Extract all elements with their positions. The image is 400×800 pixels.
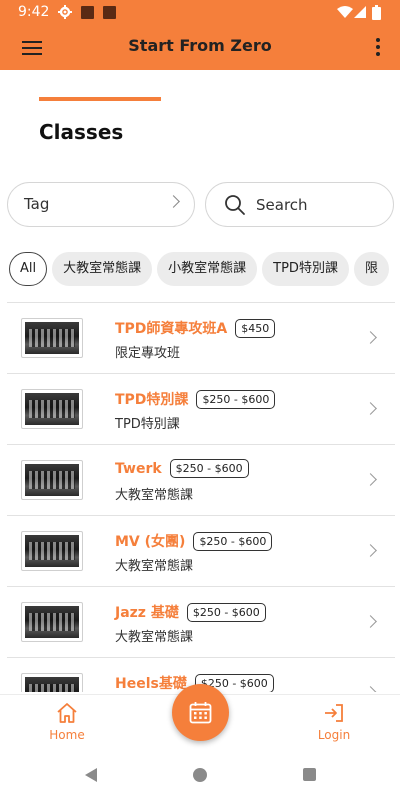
signal-icon bbox=[354, 6, 366, 18]
tab-indicator bbox=[39, 97, 161, 101]
class-category: 限定專攻班 bbox=[115, 346, 181, 361]
class-name: MV (女團) $250 - $600 bbox=[115, 531, 273, 552]
chip-all[interactable]: All bbox=[9, 252, 48, 286]
class-thumbnail bbox=[21, 318, 83, 358]
nav-login[interactable]: Login bbox=[304, 701, 364, 742]
class-category: 大教室常態課 bbox=[115, 630, 194, 645]
chevron-right-icon bbox=[364, 686, 377, 692]
list-item[interactable]: TPD師資專攻班A $450 限定專攻班 bbox=[7, 303, 395, 374]
class-category: TPD特別課 bbox=[115, 417, 180, 432]
chip-tpd-special[interactable]: TPD特別課 bbox=[262, 252, 349, 286]
notification-icon bbox=[81, 6, 94, 19]
search-placeholder: Search bbox=[256, 196, 308, 214]
app-title: Start From Zero bbox=[128, 36, 272, 55]
chevron-right-icon bbox=[364, 544, 377, 557]
list-item[interactable]: TPD特別課 $250 - $600 TPD特別課 bbox=[7, 374, 395, 445]
class-thumbnail bbox=[21, 602, 83, 642]
chip-limited[interactable]: 限 bbox=[353, 252, 389, 286]
tag-select[interactable]: Tag bbox=[7, 182, 195, 227]
price-badge: $250 - $600 bbox=[193, 532, 273, 551]
nav-home-label: Home bbox=[49, 728, 85, 742]
chevron-right-icon bbox=[364, 331, 377, 344]
class-name: Jazz 基礎 $250 - $600 bbox=[115, 602, 266, 623]
class-category: 大教室常態課 bbox=[115, 488, 194, 503]
price-badge: $250 - $600 bbox=[186, 603, 266, 622]
list-item[interactable]: Jazz 基礎 $250 - $600 大教室常態課 bbox=[7, 587, 395, 658]
system-nav-bar bbox=[0, 750, 400, 800]
notification-icon bbox=[103, 6, 116, 19]
class-thumbnail bbox=[21, 460, 83, 500]
status-time: 9:42 bbox=[18, 4, 50, 20]
search-input[interactable]: Search bbox=[205, 182, 394, 227]
home-icon bbox=[57, 703, 77, 723]
class-thumbnail bbox=[21, 389, 83, 429]
chip-small-room[interactable]: 小教室常態課 bbox=[157, 252, 258, 286]
status-bar: 9:42 bbox=[0, 0, 400, 26]
chevron-right-icon bbox=[167, 195, 180, 208]
chip-large-room[interactable]: 大教室常態課 bbox=[52, 252, 153, 286]
more-vert-icon bbox=[374, 38, 382, 56]
nav-home[interactable]: Home bbox=[37, 701, 97, 742]
battery-icon bbox=[372, 5, 381, 20]
price-badge: $250 - $600 bbox=[169, 459, 249, 478]
class-name: TPD特別課 $250 - $600 bbox=[115, 389, 276, 410]
chevron-right-icon bbox=[364, 615, 377, 628]
login-icon bbox=[325, 704, 343, 722]
nav-login-label: Login bbox=[317, 728, 351, 742]
chevron-right-icon bbox=[364, 473, 377, 486]
page-title: Classes bbox=[39, 120, 124, 144]
class-name: Twerk $250 - $600 bbox=[115, 459, 249, 479]
wifi-icon bbox=[337, 6, 353, 18]
class-thumbnail bbox=[21, 531, 83, 571]
class-thumbnail bbox=[21, 673, 83, 692]
class-list: TPD師資專攻班A $450 限定專攻班 TPD特別課 $250 - $600 TP… bbox=[7, 302, 395, 692]
search-icon bbox=[225, 195, 245, 215]
list-item[interactable]: MV (女團) $250 - $600 大教室常態課 bbox=[7, 516, 395, 587]
price-badge: $250 - $600 bbox=[196, 390, 276, 409]
chevron-right-icon bbox=[364, 402, 377, 415]
tag-select-label: Tag bbox=[24, 195, 50, 213]
more-options-button[interactable] bbox=[374, 36, 382, 60]
price-badge: $450 bbox=[235, 319, 276, 338]
recents-icon[interactable] bbox=[303, 768, 316, 781]
calendar-button[interactable] bbox=[172, 684, 229, 741]
app-bar: Start From Zero bbox=[0, 26, 400, 70]
class-category: 大教室常態課 bbox=[115, 559, 194, 574]
list-item[interactable]: Twerk $250 - $600 大教室常態課 bbox=[7, 445, 395, 516]
home-circle-icon[interactable] bbox=[193, 768, 207, 782]
settings-icon bbox=[58, 5, 72, 19]
class-name: TPD師資專攻班A $450 bbox=[115, 318, 276, 339]
category-chips: All 大教室常態課 小教室常態課 TPD特別課限 bbox=[9, 252, 400, 286]
back-icon[interactable] bbox=[84, 767, 98, 783]
calendar-icon bbox=[189, 702, 212, 724]
